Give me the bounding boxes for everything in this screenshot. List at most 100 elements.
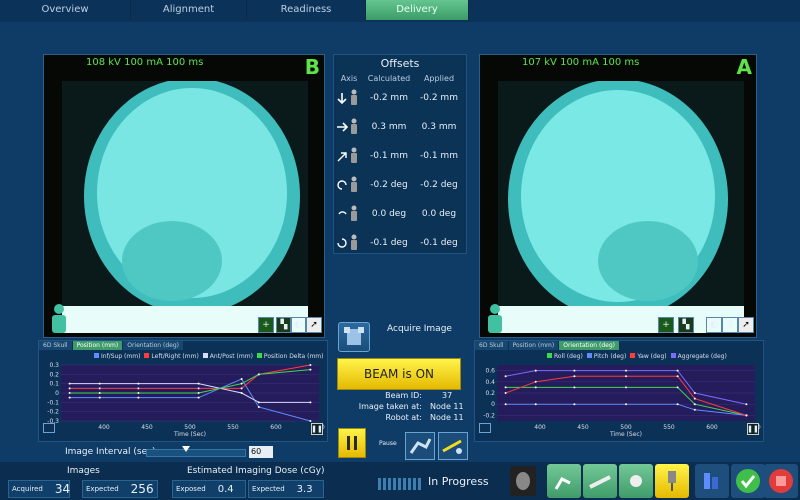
data-point — [625, 386, 627, 389]
stop-button[interactable] — [764, 464, 798, 498]
pause-label: Pause — [379, 440, 397, 447]
y-tick-label: 0.6 — [485, 368, 495, 375]
contrast-icon[interactable]: ◐ — [706, 317, 722, 333]
y-tick-label: 0 — [491, 401, 495, 408]
chart-pause-icon[interactable]: ❚❚ — [311, 423, 323, 435]
offset-applied: -0.1 deg — [420, 237, 458, 248]
data-point — [240, 382, 243, 385]
crosshair-icon[interactable]: + — [258, 317, 274, 333]
patient-figure-icon — [48, 303, 70, 333]
offset-calculated: -0.2 deg — [370, 179, 408, 190]
offset-row: -0.1 deg -0.1 deg — [334, 228, 466, 257]
data-point — [137, 387, 140, 390]
xray-panel-a[interactable]: 107 kV 100 mA 100 ms A + ▚ ◐ ♙ ➚ — [479, 54, 757, 338]
offset-applied: -0.1 mm — [420, 150, 458, 161]
chart-pause-icon[interactable]: ❚❚ — [747, 423, 759, 435]
data-point — [625, 403, 627, 406]
skull-xray-image-a — [498, 81, 744, 333]
robot-button[interactable] — [547, 464, 581, 498]
interval-label: Image Interval (sec) — [65, 447, 156, 457]
imaging-button[interactable] — [619, 464, 653, 498]
robot-view-button[interactable] — [405, 432, 435, 460]
panel-letter-a: A — [736, 55, 752, 79]
data-point — [504, 403, 507, 406]
data-point — [693, 397, 696, 400]
pointer-icon[interactable]: ➚ — [306, 317, 322, 333]
x-axis-label: Time (Sec) — [609, 431, 642, 438]
patient-photo-button[interactable] — [510, 466, 536, 496]
x-tick-label: 400 — [534, 424, 546, 431]
axis-header: Axis — [340, 74, 358, 83]
data-point — [240, 387, 243, 390]
x-tick-label: 400 — [98, 424, 110, 431]
data-point — [257, 373, 260, 376]
offset-calculated: -0.1 deg — [370, 237, 408, 248]
offset-row: -0.2 mm -0.2 mm — [334, 83, 466, 112]
robot-arm-icon — [554, 477, 571, 490]
contrast-icon[interactable]: ◐ — [290, 317, 306, 333]
data-point — [98, 396, 101, 399]
beam-on-button[interactable]: BEAM is ON — [337, 358, 461, 390]
tab-readiness[interactable]: Readiness — [247, 0, 366, 20]
pointer-icon[interactable]: ➚ — [738, 317, 754, 333]
data-point — [257, 406, 260, 408]
data-point — [257, 401, 260, 404]
data-point — [197, 387, 200, 390]
checker-icon[interactable]: ▚ — [678, 317, 694, 333]
data-point — [676, 403, 679, 406]
acquire-image-button[interactable] — [338, 322, 370, 352]
arrow-right-icon — [334, 118, 364, 136]
data-point — [504, 392, 507, 394]
couch-icon — [442, 439, 462, 454]
acquired-box: Acquired 34 — [8, 480, 70, 498]
data-point — [197, 396, 200, 399]
offset-calculated: -0.1 mm — [370, 150, 408, 161]
data-point — [573, 369, 576, 372]
tab-delivery[interactable]: Delivery — [366, 0, 469, 20]
y-tick-label: -0.1 — [47, 399, 59, 406]
chart-expand-icon[interactable] — [43, 423, 55, 433]
data-point — [68, 392, 71, 394]
y-tick-label: 0.3 — [49, 362, 59, 369]
chart-expand-icon[interactable] — [479, 423, 491, 433]
images-title: Images — [67, 466, 100, 476]
slider-thumb[interactable] — [182, 446, 191, 452]
expected-dose-box: Expected 3.3 — [248, 480, 324, 498]
person-icon[interactable]: ♙ — [722, 317, 738, 333]
plan-button[interactable] — [695, 464, 729, 498]
robot-arm-icon — [409, 438, 432, 454]
confirm-button[interactable] — [731, 464, 765, 498]
y-tick-label: 0.1 — [49, 381, 59, 388]
applied-header: Applied — [423, 74, 455, 83]
interval-input[interactable]: 60 — [249, 446, 273, 458]
tab-alignment[interactable]: Alignment — [131, 0, 247, 20]
data-point — [309, 364, 312, 366]
data-point — [693, 392, 696, 394]
rotate-yaw-icon — [334, 234, 364, 252]
data-point — [240, 378, 243, 380]
offset-calculated: -0.2 mm — [370, 92, 408, 103]
patient-photo-icon — [516, 472, 530, 490]
x-tick-label: 450 — [577, 424, 589, 431]
data-point — [534, 403, 537, 406]
crosshair-icon[interactable]: + — [658, 317, 674, 333]
orientation-chart-panel: 6D Skull Position (mm) Orientation (deg)… — [474, 340, 764, 442]
beam-button[interactable] — [655, 464, 689, 498]
camera-icon — [630, 475, 642, 487]
arrow-diagonal-icon — [334, 147, 364, 165]
imager-icon — [344, 327, 364, 345]
xray-panel-b[interactable]: 108 kV 100 mA 100 ms B + ▚ ◐ ➚ — [43, 54, 325, 338]
pause-button[interactable] — [338, 428, 366, 458]
data-point — [137, 382, 140, 385]
couch-view-button[interactable] — [438, 432, 468, 460]
interval-slider[interactable] — [146, 446, 246, 457]
tab-overview[interactable]: Overview — [0, 0, 131, 20]
data-point — [98, 382, 101, 385]
acquire-image-label: Acquire Image — [387, 324, 452, 334]
robot-at-value: Node 11 — [430, 413, 464, 422]
image-taken-value: Node 11 — [430, 402, 464, 411]
x-tick-label: 500 — [184, 424, 196, 431]
couch-button[interactable] — [583, 464, 617, 498]
progress-indicator — [378, 478, 422, 490]
arrow-down-icon — [334, 89, 364, 107]
